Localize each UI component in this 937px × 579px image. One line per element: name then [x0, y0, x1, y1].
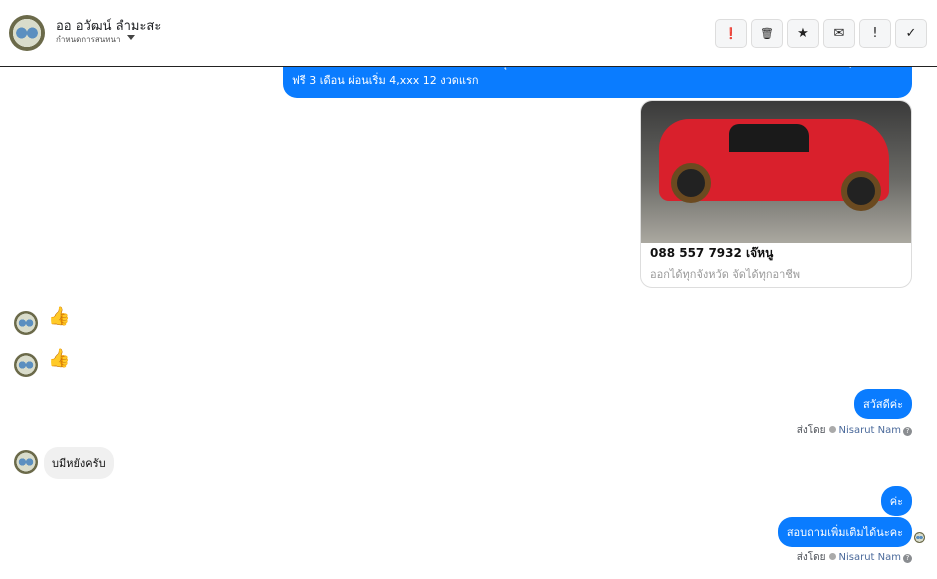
like-icon: 👍 — [48, 306, 71, 327]
report-button[interactable]: ❗ — [715, 19, 747, 48]
sent-by-info: ส่งโดย Nisarut Nam? — [797, 550, 912, 565]
conversation-header: ออ อวัฒน์ ลำมะสะ กำหนดการสนทนา ❗ 🗑 ★ ✉ !… — [0, 0, 937, 67]
card-subtitle: ออกได้ทุกจังหวัด จัดได้ทุกอาชีพ — [650, 268, 801, 281]
contact-avatar[interactable] — [9, 15, 45, 51]
star-button[interactable]: ★ — [787, 19, 819, 48]
envelope-icon: ✉ — [833, 26, 845, 41]
sender-name[interactable]: Nisarut Nam — [839, 425, 902, 436]
conversation-settings-label: กำหนดการสนทนา — [56, 35, 121, 44]
seen-avatar — [914, 532, 925, 543]
exclamation-icon: ! — [872, 26, 878, 41]
exclamation-circle-icon: ❗ — [724, 27, 738, 40]
ad-card[interactable]: 088 557 7932 เจ๊หนู ออกได้ทุกจังหวัด จัด… — [640, 100, 912, 288]
user-icon — [828, 553, 836, 560]
star-icon: ★ — [797, 26, 809, 41]
message-text: ฟรี 3 เดือน ผ่อนเริ่ม 4,xxx 12 งวดแรก — [292, 74, 479, 87]
outgoing-message: สอบถามเพิ่มเติมได้นะคะ — [777, 517, 912, 547]
outgoing-message: ค่ะ — [880, 486, 912, 516]
mark-unread-button[interactable]: ✉ — [823, 19, 855, 48]
card-title: 088 557 7932 เจ๊หนู — [650, 246, 774, 260]
sent-by-info: ส่งโดย Nisarut Nam? — [797, 423, 912, 438]
like-icon: 👍 — [48, 348, 71, 369]
delete-button[interactable]: 🗑 — [751, 19, 783, 48]
check-icon: ✓ — [905, 26, 917, 41]
conversation-settings-dropdown[interactable]: กำหนดการสนทนา — [56, 33, 135, 46]
contact-avatar — [14, 450, 38, 474]
contact-avatar — [14, 353, 38, 377]
flag-button[interactable]: ! — [859, 19, 891, 48]
help-icon[interactable]: ? — [903, 427, 912, 436]
caret-down-icon — [126, 35, 135, 44]
sender-name[interactable]: Nisarut Nam — [839, 552, 902, 563]
car-image — [641, 101, 911, 243]
user-icon — [828, 426, 836, 433]
trash-icon: 🗑 — [760, 27, 774, 40]
incoming-message: บมีหยังครับ — [44, 447, 114, 479]
help-icon[interactable]: ? — [903, 554, 912, 563]
outgoing-message: สวัสดีค่ะ — [853, 389, 912, 419]
mark-done-button[interactable]: ✓ — [895, 19, 927, 48]
contact-avatar — [14, 311, 38, 335]
